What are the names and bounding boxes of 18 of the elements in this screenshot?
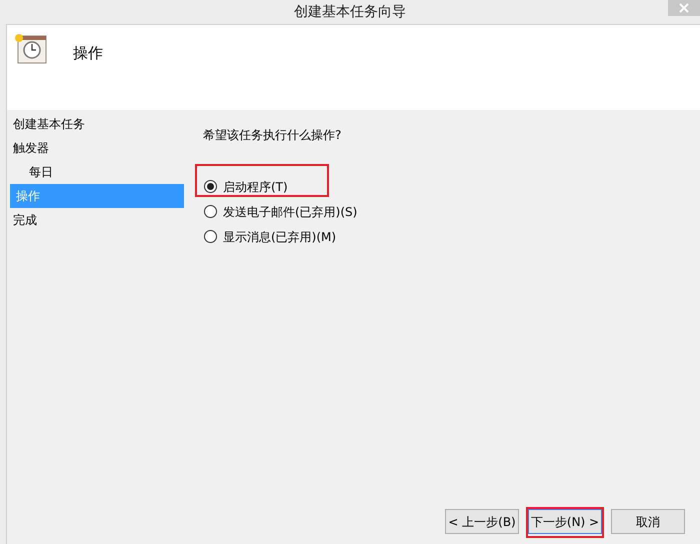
radio-option[interactable]: 启动程序(T) bbox=[203, 178, 288, 196]
sidebar-item[interactable]: 每日 bbox=[7, 160, 184, 184]
sidebar-item[interactable]: 完成 bbox=[7, 208, 184, 232]
window-title: 创建基本任务向导 bbox=[294, 2, 406, 22]
question-text: 希望该任务执行什么操作? bbox=[203, 127, 342, 144]
sidebar-item[interactable]: 创建基本任务 bbox=[7, 112, 184, 136]
wizard-button[interactable]: 下一步(N) > bbox=[528, 509, 602, 534]
radio-button[interactable] bbox=[204, 230, 217, 243]
sidebar-item[interactable]: 触发器 bbox=[7, 136, 184, 160]
radio-button[interactable] bbox=[204, 205, 217, 218]
radio-option[interactable]: 显示消息(已弃用)(M) bbox=[203, 228, 336, 246]
clock-icon bbox=[13, 33, 47, 65]
radio-option[interactable]: 发送电子邮件(已弃用)(S) bbox=[203, 202, 358, 220]
close-icon bbox=[679, 3, 689, 13]
wizard-button[interactable]: < 上一步(B) bbox=[445, 509, 519, 534]
header-title: 操作 bbox=[73, 43, 103, 64]
wizard-button[interactable]: 取消 bbox=[611, 509, 685, 534]
radio-button[interactable] bbox=[204, 180, 217, 193]
